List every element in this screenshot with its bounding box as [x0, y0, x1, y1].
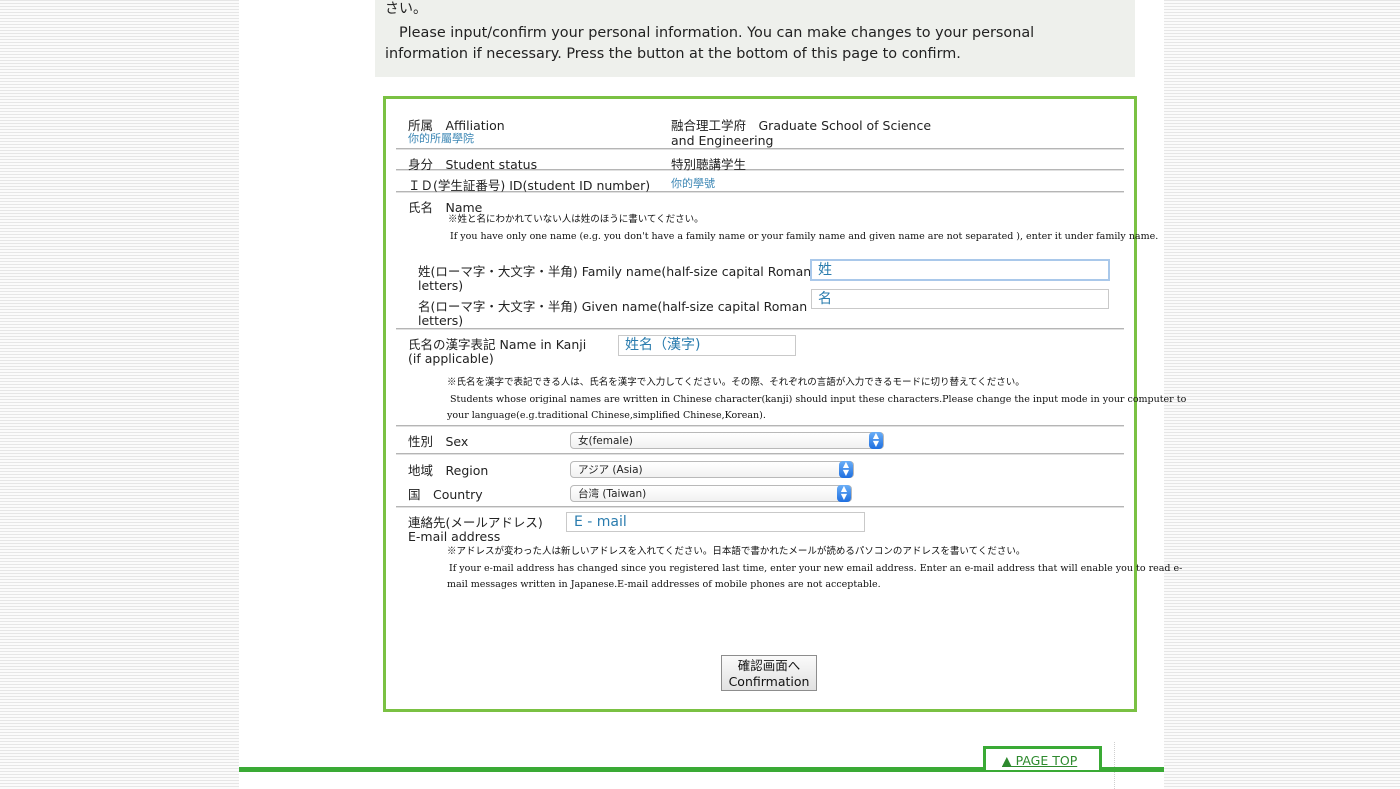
- country-label: 国 Country: [408, 487, 483, 502]
- notice-line-2: Please input/confirm your personal infor…: [385, 25, 1035, 62]
- student-id-row: ＩＤ(学生証番号) ID(student ID number) 你的學號: [396, 170, 1124, 193]
- email-note-en-line2: mail messages written in Japanese.E-mail…: [447, 579, 881, 590]
- confirmation-button[interactable]: 確認画面へ Confirmation: [721, 655, 817, 691]
- family-name-value: 姓: [818, 262, 832, 278]
- sex-selected-value: 女(female): [578, 435, 633, 447]
- country-select[interactable]: 台湾 (Taiwan) ▲ ▼: [570, 485, 852, 502]
- email-note-jp: ※アドレスが変わった人は新しいアドレスを入れてください。日本語で書かれたメールが…: [447, 546, 1026, 557]
- kanji-note-en-line2: your language(e.g.traditional Chinese,si…: [447, 410, 766, 421]
- student-id-value: 你的學號: [671, 177, 715, 190]
- confirmation-button-label-jp: 確認画面へ: [737, 658, 801, 673]
- name-note-en: If you have only one name (e.g. you don'…: [450, 231, 1159, 242]
- personal-info-form: 所属 Affiliation 你的所屬學院 融合理工学府 Graduate Sc…: [383, 96, 1186, 712]
- notice-line-1: さい。: [385, 1, 427, 17]
- region-country-row: 地域 Region アジア (Asia) ▲ ▼ 国 Country 台湾 (Ta…: [396, 454, 1124, 507]
- given-name-value: 名: [818, 291, 832, 307]
- email-note-en-line1: If your e-mail address has changed since…: [449, 563, 1183, 574]
- confirmation-button-label-en: Confirmation: [728, 674, 810, 689]
- sex-label: 性別 Sex: [408, 434, 469, 449]
- region-label: 地域 Region: [408, 463, 489, 478]
- kanji-note-jp: ※氏名を漢字で表記できる人は、氏名を漢字で入力してください。その際、それぞれの言…: [447, 377, 1025, 388]
- kanji-label-line2: (if applicable): [408, 351, 494, 366]
- affiliation-value-line2: and Engineering: [671, 133, 774, 148]
- affiliation-row: 所属 Affiliation 你的所屬學院 融合理工学府 Graduate Sc…: [396, 99, 1124, 149]
- email-input[interactable]: E - mail: [566, 512, 865, 532]
- updown-chevron-icon: ▲ ▼: [837, 485, 851, 502]
- sex-row: 性別 Sex 女(female) ▲ ▼: [396, 426, 1124, 454]
- family-name-input[interactable]: 姓: [810, 259, 1110, 281]
- instruction-notice: さい。 Please input/confirm your personal i…: [375, 0, 1135, 77]
- sex-select[interactable]: 女(female) ▲ ▼: [570, 432, 884, 449]
- given-name-label-line1: 名(ローマ字・大文字・半角) Given name(half-size capi…: [418, 299, 808, 314]
- country-selected-value: 台湾 (Taiwan): [578, 488, 647, 500]
- given-name-input[interactable]: 名: [811, 289, 1109, 309]
- family-name-label-line1: 姓(ローマ字・大文字・半角) Family name(half-size cap…: [418, 264, 812, 279]
- given-name-label-line2: letters): [418, 313, 464, 328]
- region-select[interactable]: アジア (Asia) ▲ ▼: [570, 461, 854, 478]
- page-top-link[interactable]: ▲ PAGE TOP: [983, 746, 1102, 770]
- region-selected-value: アジア (Asia): [578, 464, 643, 476]
- kanji-name-input[interactable]: 姓名（漢字): [618, 335, 796, 356]
- page-content: さい。 Please input/confirm your personal i…: [239, 0, 1186, 789]
- affiliation-value-line1: 融合理工学府 Graduate School of Science: [671, 118, 932, 133]
- page-top-label: ▲ PAGE TOP: [1002, 753, 1078, 768]
- status-row: 身分 Student status 特別聴講学生: [396, 149, 1124, 172]
- family-name-label-line2: letters): [418, 278, 464, 293]
- kanji-name-value: 姓名（漢字): [625, 337, 701, 353]
- kanji-note-en-line1: Students whose original names are writte…: [450, 394, 1187, 405]
- affiliation-hint: 你的所屬學院: [408, 132, 474, 145]
- email-value: E - mail: [574, 514, 627, 530]
- name-note-jp: ※姓と名にわかれていない人は姓のほうに書いてください。: [448, 214, 704, 225]
- kanji-row: 氏名の漢字表記 Name in Kanji (if applicable) 姓名…: [396, 329, 1186, 426]
- email-label-line2: E-mail address: [408, 529, 501, 544]
- updown-chevron-icon: ▲ ▼: [839, 461, 853, 478]
- updown-chevron-icon: ▲ ▼: [869, 432, 883, 449]
- footer-divider: [1114, 742, 1115, 789]
- name-row: 氏名 Name ※姓と名にわかれていない人は姓のほうに書いてください。 If y…: [396, 192, 1158, 329]
